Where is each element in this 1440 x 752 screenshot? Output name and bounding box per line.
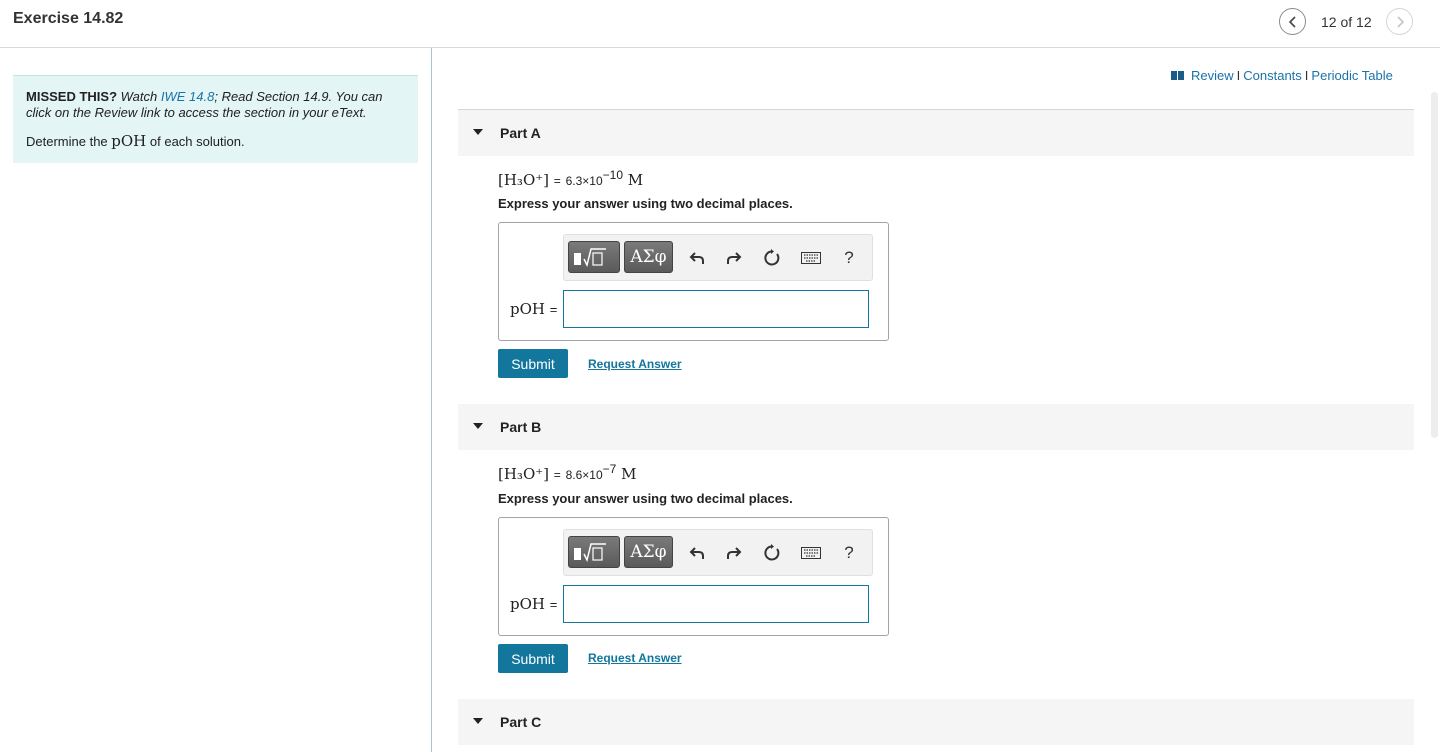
poh-symbol: pOH [510, 300, 545, 318]
unit: M [621, 465, 637, 483]
determine-suffix: of each solution. [149, 134, 245, 149]
equals: = [549, 597, 558, 612]
review-link[interactable]: Review [1191, 68, 1234, 83]
part-c-header[interactable]: Part C [458, 699, 1414, 745]
part-title: Part C [500, 714, 542, 730]
answer-box-b: ΑΣφ ? pOH = [498, 517, 889, 636]
left-pane: MISSED THIS? Watch IWE 14.8; Read Sectio… [0, 48, 432, 752]
request-answer-link[interactable]: Request Answer [588, 357, 682, 371]
undo-icon[interactable] [686, 542, 708, 564]
value: 8.6×10 [565, 468, 603, 482]
submit-button[interactable]: Submit [498, 349, 568, 378]
previous-button[interactable] [1279, 8, 1306, 35]
missed-label: MISSED THIS? [26, 89, 118, 104]
equals: = [549, 302, 558, 317]
chevron-right-icon [1396, 15, 1404, 28]
question-b: [H₃O⁺] = 8.6×10−7 M [498, 462, 636, 483]
part-b-header[interactable]: Part B [458, 404, 1414, 450]
iwe-link[interactable]: IWE 14.8 [161, 89, 214, 104]
separator: I [1304, 68, 1309, 83]
part-title: Part A [500, 125, 541, 141]
separator: I [1236, 68, 1241, 83]
greek-symbols-button[interactable]: ΑΣφ [624, 241, 673, 273]
greek-symbols-button[interactable]: ΑΣφ [624, 536, 673, 568]
instruction-b: Express your answer using two decimal pl… [498, 491, 793, 506]
hint-box: MISSED THIS? Watch IWE 14.8; Read Sectio… [13, 75, 418, 163]
book-icon [1171, 71, 1184, 80]
math-toolbar: ΑΣφ ? [563, 529, 873, 576]
help-button[interactable]: ? [838, 542, 860, 564]
chevron-left-icon [1288, 15, 1296, 28]
determine-prefix: Determine the [26, 134, 108, 149]
species: [H₃O⁺] [498, 465, 550, 483]
determine-symbol: pOH [111, 132, 147, 150]
equals: = [553, 174, 561, 188]
redo-icon[interactable] [723, 247, 745, 269]
instruction-a: Express your answer using two decimal pl… [498, 196, 793, 211]
answer-input[interactable] [563, 290, 869, 328]
part-title: Part B [500, 419, 542, 435]
resource-links: Review I Constants I Periodic Table [1171, 68, 1393, 83]
answer-label: pOH = [510, 595, 557, 613]
keyboard-icon[interactable] [800, 542, 822, 564]
templates-button[interactable] [568, 536, 620, 568]
math-toolbar: ΑΣφ ? [563, 234, 873, 281]
exercise-title: Exercise 14.82 [13, 10, 124, 27]
exponent: −7 [602, 462, 617, 476]
collapse-triangle-icon[interactable] [473, 718, 483, 724]
next-button[interactable] [1386, 8, 1413, 35]
periodic-table-link[interactable]: Periodic Table [1311, 68, 1392, 83]
request-answer-link[interactable]: Request Answer [588, 651, 682, 665]
templates-icon [574, 543, 606, 563]
reset-icon[interactable] [761, 542, 783, 564]
templates-button[interactable] [568, 241, 620, 273]
answer-label: pOH = [510, 300, 557, 318]
unit: M [627, 171, 644, 189]
exponent: −10 [602, 168, 623, 182]
question-counter: 12 of 12 [1321, 14, 1372, 30]
top-bar: Exercise 14.82 12 of 12 [0, 0, 1440, 48]
question-a: [H₃O⁺] = 6.3×10−10 M [498, 168, 643, 189]
templates-icon [574, 248, 606, 268]
answer-box-a: ΑΣφ ? pOH = [498, 222, 889, 341]
undo-icon[interactable] [686, 247, 708, 269]
help-button[interactable]: ? [838, 247, 860, 269]
species: [H₃O⁺] [498, 171, 550, 189]
equals: = [553, 468, 561, 482]
part-a-header[interactable]: Part A [458, 110, 1414, 156]
redo-icon[interactable] [723, 542, 745, 564]
scrollbar[interactable] [1431, 92, 1438, 438]
value: 6.3×10 [565, 174, 603, 188]
collapse-triangle-icon[interactable] [473, 423, 483, 429]
submit-button[interactable]: Submit [498, 644, 568, 673]
determine-text: Determine the pOH of each solution. [26, 133, 405, 150]
keyboard-icon[interactable] [800, 247, 822, 269]
watch-text: Watch [120, 89, 158, 104]
answer-input[interactable] [563, 585, 869, 623]
reset-icon[interactable] [761, 247, 783, 269]
collapse-triangle-icon[interactable] [473, 129, 483, 135]
poh-symbol: pOH [510, 595, 545, 613]
constants-link[interactable]: Constants [1243, 68, 1302, 83]
